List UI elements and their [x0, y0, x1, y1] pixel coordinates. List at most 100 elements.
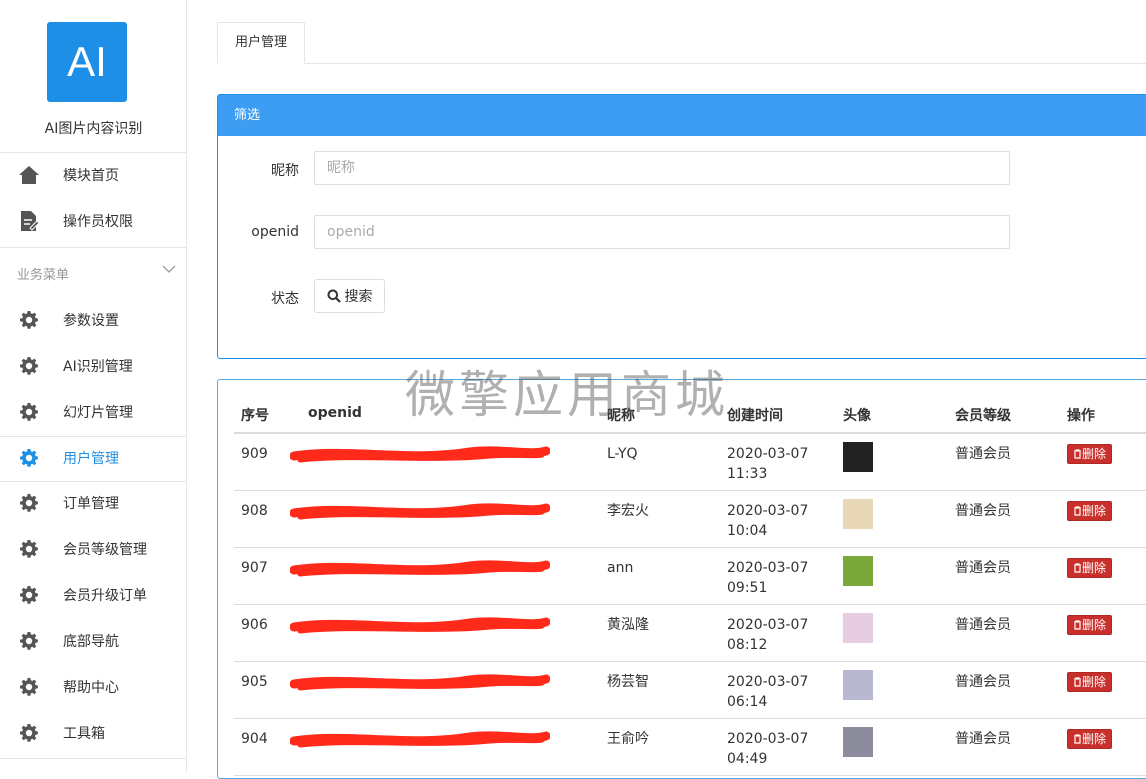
row-nickname: 李宏火: [607, 503, 649, 519]
nickname-label: 昵称: [271, 163, 299, 179]
redacted-openid: [290, 731, 550, 748]
menu-group-title: 业务菜单: [17, 268, 70, 283]
row-time: 08:12: [727, 637, 768, 653]
delete-button-label: 删除: [1081, 618, 1106, 632]
table-row: 909 L-YQ 2020-03-07 11:33 普通会员 删除: [234, 434, 1146, 491]
gear-icon: [17, 629, 41, 653]
openid-input[interactable]: [314, 215, 1010, 249]
row-index: 907: [241, 560, 268, 576]
gear-icon: [17, 491, 41, 515]
row-time: 09:51: [727, 580, 768, 596]
sidebar-item-1[interactable]: AI识别管理: [0, 344, 186, 388]
gear-icon: [17, 675, 41, 699]
column-header-index: 序号: [241, 408, 269, 424]
sidebar-item-label: 幻灯片管理: [63, 405, 133, 421]
sidebar: AI AI图片内容识别 模块首页 操作员权限 业务菜单 参数设置 AI识别管理 幻灯…: [0, 0, 187, 772]
tab-bar: 用户管理: [217, 22, 1146, 64]
main-content: 用户管理 筛选 昵称 openid 状态 搜索 序号 openid 昵称 创建时…: [187, 0, 1146, 779]
avatar: [843, 442, 873, 472]
gear-icon: [17, 400, 41, 424]
sidebar-item-label: 参数设置: [63, 313, 119, 329]
gear-icon: [17, 354, 41, 378]
search-button[interactable]: 搜索: [314, 279, 385, 313]
column-header-openid: openid: [308, 405, 362, 421]
sidebar-item-label: 工具箱: [63, 726, 105, 742]
row-nickname: L-YQ: [607, 446, 638, 462]
row-date: 2020-03-07: [727, 560, 809, 576]
column-header-member-level: 会员等级: [955, 408, 1011, 424]
row-member-level: 普通会员: [955, 731, 1011, 747]
row-nickname: 王俞吟: [607, 731, 649, 747]
delete-button[interactable]: 删除: [1067, 672, 1112, 692]
column-header-avatar: 头像: [843, 408, 871, 424]
sidebar-item-4[interactable]: 订单管理: [0, 481, 186, 525]
sidebar-item-label: 会员升级订单: [63, 588, 147, 604]
tab-user-management[interactable]: 用户管理: [217, 22, 305, 64]
divider: [0, 436, 187, 437]
row-date: 2020-03-07: [727, 617, 809, 633]
nickname-input[interactable]: [314, 151, 1010, 185]
delete-button[interactable]: 删除: [1067, 501, 1112, 521]
delete-button-label: 删除: [1081, 561, 1106, 575]
sidebar-item-0[interactable]: 参数设置: [0, 298, 186, 342]
redacted-openid: [290, 674, 550, 691]
row-created-time: 2020-03-07 06:14: [727, 672, 808, 712]
sidebar-item-home[interactable]: 模块首页: [0, 153, 186, 197]
app-name: AI图片内容识别: [44, 121, 143, 137]
sidebar-item-label: 会员等级管理: [63, 542, 147, 558]
sidebar-item-5[interactable]: 会员等级管理: [0, 527, 186, 571]
filter-panel: 筛选 昵称 openid 状态 搜索: [217, 94, 1146, 359]
row-created-time: 2020-03-07 04:49: [727, 729, 808, 769]
avatar: [843, 499, 873, 529]
sidebar-item-label: 操作员权限: [63, 214, 133, 230]
row-created-time: 2020-03-07 09:51: [727, 558, 808, 598]
trash-icon: [1073, 563, 1081, 573]
row-member-level: 普通会员: [955, 560, 1011, 576]
delete-button[interactable]: 删除: [1067, 729, 1112, 749]
redacted-openid: [290, 446, 550, 463]
sidebar-item-3[interactable]: 用户管理: [0, 436, 186, 480]
row-index: 909: [241, 446, 268, 462]
table-row: 906 黄泓隆 2020-03-07 08:12 普通会员 删除: [234, 605, 1146, 662]
row-member-level: 普通会员: [955, 503, 1011, 519]
row-date: 2020-03-07: [727, 503, 809, 519]
row-member-level: 普通会员: [955, 674, 1011, 690]
delete-button[interactable]: 删除: [1067, 615, 1112, 635]
status-label: 状态: [271, 291, 299, 307]
delete-button[interactable]: 删除: [1067, 558, 1112, 578]
sidebar-item-label: 用户管理: [63, 451, 119, 467]
sidebar-item-label: 帮助中心: [63, 680, 119, 696]
redacted-openid: [290, 560, 550, 577]
row-date: 2020-03-07: [727, 731, 809, 747]
sidebar-item-7[interactable]: 底部导航: [0, 619, 186, 663]
sidebar-item-6[interactable]: 会员升级订单: [0, 573, 186, 617]
row-time: 06:14: [727, 694, 768, 710]
gear-icon: [17, 537, 41, 561]
user-table: 序号 openid 昵称 创建时间 头像 会员等级 操作 909 L-YQ 2020…: [217, 379, 1146, 779]
gear-icon: [17, 308, 41, 332]
sidebar-item-operator-permissions[interactable]: 操作员权限: [0, 199, 186, 243]
row-created-time: 2020-03-07 08:12: [727, 615, 808, 655]
delete-button[interactable]: 删除: [1067, 444, 1112, 464]
sidebar-item-2[interactable]: 幻灯片管理: [0, 390, 186, 434]
avatar: [843, 727, 873, 757]
search-icon: [327, 289, 341, 303]
redacted-openid: [290, 617, 550, 634]
chevron-down-icon[interactable]: [162, 262, 176, 276]
column-header-created-time: 创建时间: [727, 408, 783, 424]
avatar: [843, 613, 873, 643]
trash-icon: [1073, 734, 1081, 744]
sidebar-item-9[interactable]: 工具箱: [0, 711, 186, 755]
gear-icon: [17, 583, 41, 607]
divider: [0, 758, 187, 759]
row-nickname: 杨芸智: [607, 674, 649, 690]
row-created-time: 2020-03-07 10:04: [727, 501, 808, 541]
gear-icon: [17, 721, 41, 745]
row-time: 04:49: [727, 751, 768, 767]
delete-button-label: 删除: [1081, 732, 1106, 746]
sidebar-item-8[interactable]: 帮助中心: [0, 665, 186, 709]
gear-icon: [17, 446, 41, 470]
trash-icon: [1073, 449, 1081, 459]
sidebar-item-label: 模块首页: [63, 168, 119, 184]
filter-panel-title: 筛选: [218, 95, 1146, 136]
